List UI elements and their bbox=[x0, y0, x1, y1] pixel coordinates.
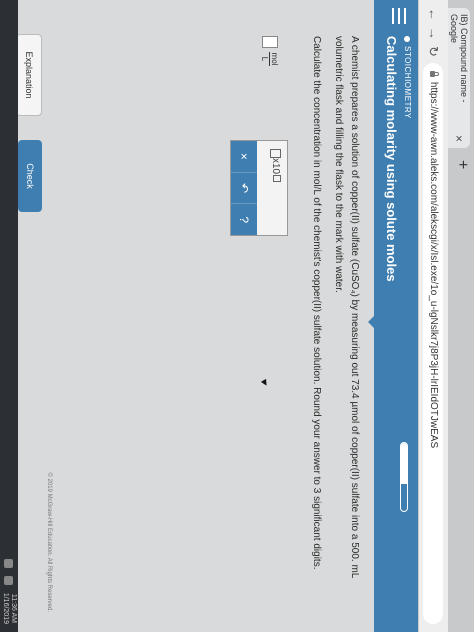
scientific-notation-button[interactable]: x10 bbox=[270, 149, 281, 183]
answer-area: mol L bbox=[256, 36, 284, 146]
unit-fraction: mol L bbox=[261, 52, 280, 66]
topic-dot-icon bbox=[404, 36, 411, 42]
clock-time: 11:36 AM bbox=[10, 593, 17, 623]
sci-box-icon bbox=[270, 149, 281, 158]
photo-stage: ← IB) Compound name - Google × + ← → ↻ h… bbox=[0, 0, 474, 632]
fraction-bar bbox=[269, 52, 271, 66]
sci-base-text: x10 bbox=[270, 158, 281, 175]
unit-numerator: mol bbox=[270, 52, 280, 66]
tool-buttons: × ↶ ? bbox=[231, 141, 257, 236]
url-field[interactable]: https://www-awn.aleks.com/alekscgi/x/Isl… bbox=[423, 62, 444, 624]
undo-button[interactable]: ↶ bbox=[231, 171, 257, 204]
forward-icon[interactable]: → bbox=[426, 27, 441, 40]
chevron-down-icon[interactable] bbox=[368, 316, 374, 328]
new-tab-button[interactable]: + bbox=[453, 160, 471, 169]
question-line-1: A chemist prepares a solution of copper(… bbox=[333, 36, 360, 578]
tab-close-icon[interactable]: × bbox=[452, 135, 466, 142]
aleks-header: STOICHIOMETRY Calculating molarity using… bbox=[374, 0, 418, 632]
tab-title: IB) Compound name - Google bbox=[449, 14, 469, 103]
volume-icon[interactable] bbox=[4, 575, 14, 585]
check-button[interactable]: Check bbox=[18, 140, 42, 212]
clock-date: 1/16/2019 bbox=[2, 592, 9, 624]
question-line-2: Calculate the concentration in mol/L of … bbox=[311, 36, 322, 570]
math-tool-panel: x10 × ↶ ? bbox=[230, 140, 288, 236]
monitor-screen: IB) Compound name - Google × + ← → ↻ htt… bbox=[0, 0, 474, 632]
progress-bar bbox=[400, 442, 408, 512]
taskbar-clock[interactable]: 11:36 AM 1/16/2019 bbox=[1, 593, 17, 624]
browser-tab[interactable]: IB) Compound name - Google × bbox=[448, 8, 470, 148]
unit-denominator: L bbox=[260, 56, 270, 62]
menu-icon[interactable] bbox=[392, 8, 406, 24]
explanation-button[interactable]: Explanation bbox=[16, 34, 42, 116]
progress-fill bbox=[401, 443, 407, 484]
address-bar: ← → ↻ https://www-awn.aleks.com/alekscgi… bbox=[418, 0, 448, 632]
topic-text: STOICHIOMETRY bbox=[403, 46, 412, 119]
mouse-cursor-icon bbox=[260, 378, 270, 388]
clear-button[interactable]: × bbox=[231, 141, 257, 172]
help-button[interactable]: ? bbox=[231, 203, 257, 236]
sci-exponent-icon bbox=[273, 175, 281, 183]
question-content: A chemist prepares a solution of copper(… bbox=[302, 36, 362, 616]
url-text: https://www-awn.aleks.com/alekscgi/x/Isl… bbox=[428, 81, 439, 449]
reload-icon[interactable]: ↻ bbox=[426, 46, 442, 57]
back-icon[interactable]: ← bbox=[426, 8, 441, 21]
browser-tabbar: IB) Compound name - Google × + bbox=[448, 0, 474, 632]
network-icon[interactable] bbox=[4, 558, 14, 568]
page-title: Calculating molarity using solute moles bbox=[384, 36, 399, 282]
answer-input[interactable] bbox=[262, 36, 278, 48]
os-taskbar: 11:36 AM 1/16/2019 bbox=[0, 0, 18, 632]
topic-label: STOICHIOMETRY bbox=[403, 36, 412, 119]
copyright-text: © 2019 McGraw-Hill Education. All Rights… bbox=[46, 472, 52, 612]
lock-icon bbox=[430, 70, 435, 77]
